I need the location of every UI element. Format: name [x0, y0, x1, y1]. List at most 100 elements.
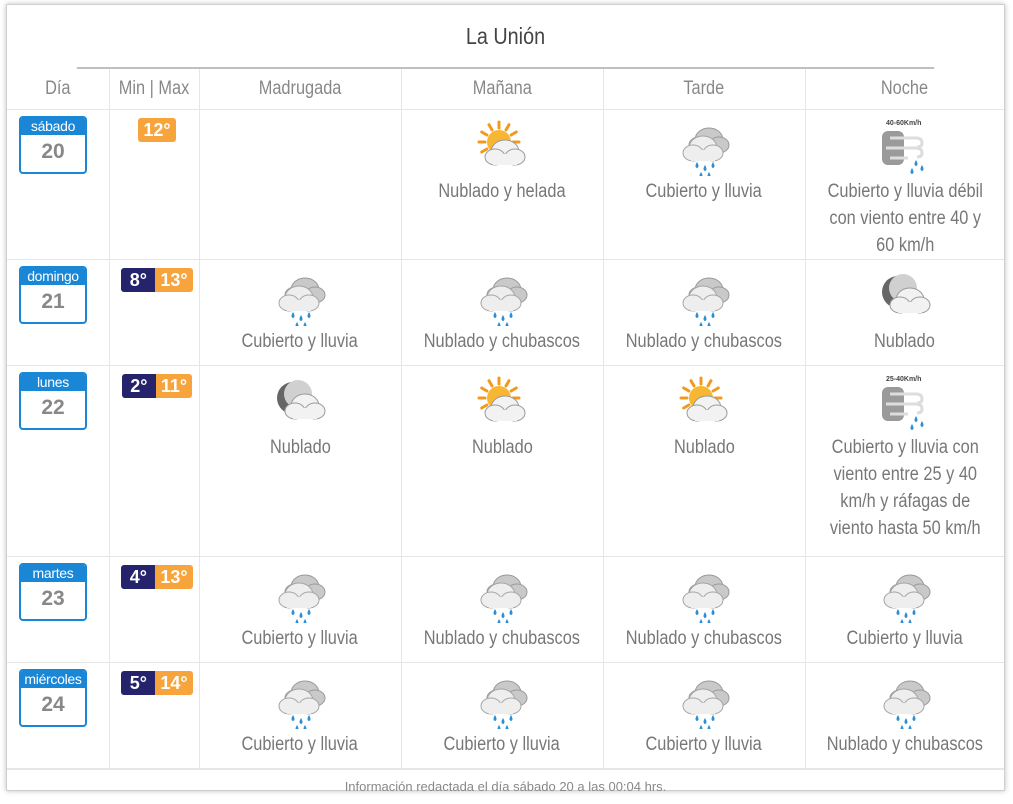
max-temp: 14° [155, 671, 193, 695]
temp-cell: 4° 13° [108, 556, 200, 663]
max-temp: 11° [155, 374, 193, 398]
weather-description: Cubierto y lluvia [241, 628, 359, 649]
weather-description: Nublado y chubascos [423, 331, 581, 352]
forecast-row: lunes 22 2° 11° Nublado Nublado Nublado 25-40Km… [7, 365, 1004, 557]
shower-cloud-icon [682, 277, 730, 326]
weather-description: Nublado [471, 437, 533, 458]
period-cell: Nublado [602, 365, 806, 557]
period-cell: Cubierto y lluvia [602, 109, 806, 260]
min-temp: 5° [121, 671, 156, 695]
wind-speed-label: 25-40Km/h [886, 376, 921, 383]
header-noche: Noche [804, 69, 1004, 110]
wind-rain-icon: 25-40Km/h [881, 376, 924, 430]
period-cell: Cubierto y lluvia [400, 662, 604, 769]
rain-cloud-icon [682, 127, 730, 176]
weather-description: Nublado [269, 437, 331, 458]
sun-cloud-icon [477, 376, 526, 422]
rain-cloud-icon [480, 680, 528, 729]
weather-description: Cubierto y lluvia [645, 181, 763, 202]
day-name: sábado [21, 118, 85, 135]
wind-speed-label: 40-60Km/h [886, 120, 921, 127]
rain-cloud-icon [278, 680, 326, 729]
weather-description: Cubierto y lluvia [846, 628, 963, 649]
day-cell: martes 23 [7, 556, 110, 663]
weather-description: Nublado y helada [438, 181, 566, 202]
night-cloud-icon [277, 380, 326, 420]
forecast-widget: La Unión Día Min | Max Madrugada Mañana … [6, 4, 1005, 794]
header-minmax: Min | Max [108, 69, 200, 110]
day-number: 23 [41, 587, 65, 610]
weather-description: Nublado y chubascos [423, 628, 581, 649]
header-manana: Mañana [400, 69, 604, 110]
max-temp: 13° [155, 565, 193, 589]
min-temp: 8° [121, 268, 156, 292]
period-cell [198, 109, 402, 260]
header-tarde: Tarde [602, 69, 806, 110]
day-badge: lunes 22 [19, 372, 87, 430]
period-cell: 40-60Km/h Cubierto y lluvia débil con vie… [804, 109, 1004, 260]
weather-description: Cubierto y lluvia [443, 734, 561, 755]
weather-description: Nublado y chubascos [625, 628, 783, 649]
temp-badges: 5° 14° [116, 671, 199, 695]
period-cell: Nublado [198, 365, 402, 557]
temp-badges: 4° 13° [116, 565, 199, 589]
period-cell: Nublado y chubascos [400, 259, 604, 366]
shower-cloud-icon [480, 574, 528, 623]
day-cell: sábado 20 [7, 109, 110, 260]
location-title: La Unión [76, 5, 935, 69]
period-cell: Cubierto y lluvia [198, 662, 402, 769]
day-number: 20 [41, 140, 65, 163]
temp-cell: 12° [108, 109, 200, 260]
weather-description: Nublado y chubascos [625, 331, 783, 352]
rain-cloud-icon [883, 574, 931, 623]
day-cell: lunes 22 [7, 365, 110, 557]
sun-cloud-icon [679, 376, 728, 422]
shower-cloud-icon [682, 574, 730, 623]
day-number: 21 [41, 290, 65, 313]
footer-note: Información redactada el día sábado 20 a… [7, 769, 1004, 804]
period-cell: Nublado y helada [400, 109, 604, 260]
day-badge: sábado 20 [19, 116, 87, 174]
rain-cloud-icon [278, 574, 326, 623]
day-number: 24 [41, 693, 65, 716]
temp-badges: 2° 11° [116, 374, 199, 398]
weather-description: Cubierto y lluvia [241, 331, 359, 352]
forecast-row: miércoles 24 5° 14° Cubierto y lluvia Cubiert… [7, 662, 1004, 769]
wind-rain-icon: 40-60Km/h [881, 120, 924, 174]
day-cell: miércoles 24 [7, 662, 110, 769]
rain-cloud-icon [682, 680, 730, 729]
forecast-row: domingo 21 8° 13° Cubierto y lluvia Nublado y… [7, 259, 1004, 366]
sun-cloud-frost-icon [477, 120, 526, 166]
period-cell: Nublado y chubascos [400, 556, 604, 663]
header-row: Día Min | Max Madrugada Mañana Tarde Noc… [7, 69, 1004, 110]
period-cell: Nublado [400, 365, 604, 557]
temp-badges: 12° [116, 118, 199, 142]
forecast-row: martes 23 4° 13° Cubierto y lluvia Nublado y … [7, 556, 1004, 663]
forecast-table: Día Min | Max Madrugada Mañana Tarde Noc… [7, 69, 1004, 769]
weather-description: Nublado [874, 331, 936, 352]
day-badge: martes 23 [19, 563, 87, 621]
night-cloud-icon [881, 274, 931, 314]
period-cell: 25-40Km/h Cubierto y lluvia con viento en… [804, 365, 1004, 557]
shower-cloud-icon [480, 277, 528, 326]
weather-description: Nublado [673, 437, 735, 458]
period-cell: Nublado y chubascos [602, 556, 806, 663]
day-cell: domingo 21 [7, 259, 110, 366]
day-name: domingo [21, 268, 85, 285]
forecast-row: sábado 20 12° Nublado y helada Cubierto y ll… [7, 109, 1004, 260]
min-temp: 4° [121, 565, 156, 589]
day-badge: domingo 21 [19, 266, 87, 324]
temp-badges: 8° 13° [116, 268, 199, 292]
day-name: miércoles [21, 671, 85, 688]
shower-cloud-icon [883, 680, 931, 729]
header-madrugada: Madrugada [198, 69, 402, 110]
day-name: lunes [21, 374, 85, 391]
weather-description: Cubierto y lluvia [241, 734, 359, 755]
max-temp: 12° [138, 118, 176, 142]
period-cell: Nublado y chubascos [804, 662, 1004, 769]
temp-cell: 8° 13° [108, 259, 200, 366]
weather-description: Cubierto y lluvia débil con viento entre… [827, 181, 983, 256]
period-cell: Nublado [804, 259, 1004, 366]
period-cell: Cubierto y lluvia [804, 556, 1004, 663]
period-cell: Nublado y chubascos [602, 259, 806, 366]
